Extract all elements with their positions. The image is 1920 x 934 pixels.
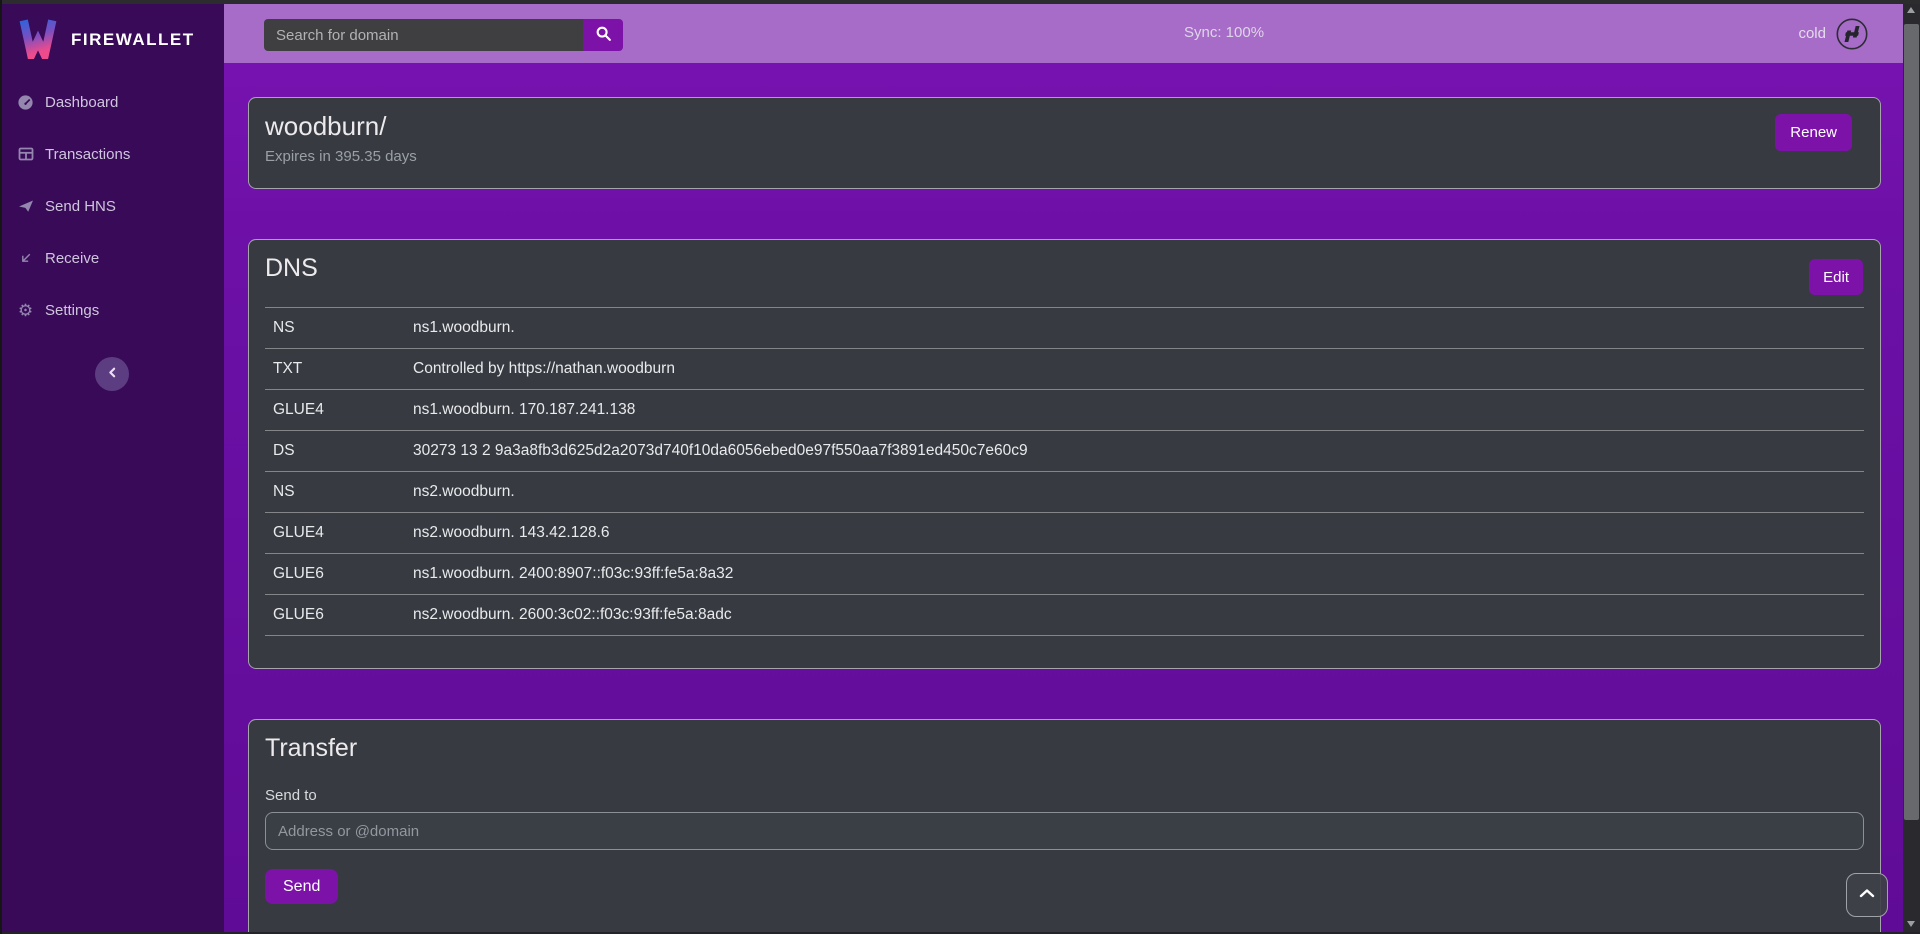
renew-button[interactable]: Renew — [1775, 114, 1852, 151]
gauge-icon — [16, 94, 35, 111]
table-icon — [16, 146, 35, 162]
sidebar-item-label: Receive — [45, 250, 99, 267]
send-to-label: Send to — [265, 787, 1864, 804]
record-value: ns1.woodburn. 2400:8907::f03c:93ff:fe5a:… — [405, 554, 1864, 595]
wallet-indicator: cold — [1798, 4, 1868, 63]
sidebar-item-settings[interactable]: ⚙ Settings — [0, 284, 224, 336]
arrow-down-left-icon — [16, 250, 35, 266]
record-type: GLUE6 — [265, 554, 405, 595]
firewallet-logo-icon — [16, 17, 60, 64]
table-row: GLUE6 ns2.woodburn. 2600:3c02::f03c:93ff… — [265, 595, 1864, 636]
sync-status: Sync: 100% — [1184, 24, 1264, 41]
table-row: GLUE4 ns1.woodburn. 170.187.241.138 — [265, 390, 1864, 431]
record-type: NS — [265, 472, 405, 513]
topbar: Sync: 100% cold — [224, 4, 1920, 63]
transfer-title: Transfer — [265, 734, 1864, 763]
record-value: ns2.woodburn. — [405, 472, 1864, 513]
record-value: 30273 13 2 9a3a8fb3d625d2a2073d740f10da6… — [405, 431, 1864, 472]
transfer-address-input[interactable] — [265, 812, 1864, 850]
sidebar-item-dashboard[interactable]: Dashboard — [0, 76, 224, 128]
sidebar-item-send-hns[interactable]: Send HNS — [0, 180, 224, 232]
paper-plane-icon — [16, 198, 35, 214]
dns-records-table: NS ns1.woodburn. TXT Controlled by https… — [265, 307, 1864, 636]
brand-name: FIREWALLET — [71, 30, 195, 50]
chevron-left-icon — [106, 366, 119, 382]
window-left-edge — [0, 0, 2, 934]
main-content: woodburn/ Expires in 395.35 days Renew D… — [224, 63, 1903, 934]
send-button[interactable]: Send — [265, 869, 338, 904]
table-row: TXT Controlled by https://nathan.woodbur… — [265, 349, 1864, 390]
record-type: GLUE4 — [265, 513, 405, 554]
scrollbar-down-arrow-icon[interactable] — [1907, 921, 1915, 927]
sidebar-item-label: Dashboard — [45, 94, 118, 111]
record-value: ns1.woodburn. — [405, 308, 1864, 349]
record-value: Controlled by https://nathan.woodburn — [405, 349, 1864, 390]
record-value: ns1.woodburn. 170.187.241.138 — [405, 390, 1864, 431]
sidebar-item-label: Settings — [45, 302, 99, 319]
transfer-card: Transfer Send to Send — [248, 719, 1881, 934]
sidebar-collapse-button[interactable] — [95, 357, 129, 391]
record-value: ns2.woodburn. 2600:3c02::f03c:93ff:fe5a:… — [405, 595, 1864, 636]
scrollbar-thumb[interactable] — [1904, 24, 1919, 820]
search-input[interactable] — [264, 19, 583, 51]
table-row: DS 30273 13 2 9a3a8fb3d625d2a2073d740f10… — [265, 431, 1864, 472]
firewallet-app: FIREWALLET Dashboard — [0, 0, 1920, 934]
sidebar-item-label: Transactions — [45, 146, 130, 163]
domain-title: woodburn/ — [265, 111, 1864, 142]
chevron-up-icon — [1857, 886, 1877, 904]
vertical-scrollbar[interactable] — [1903, 0, 1920, 934]
sidebar-nav: Dashboard Transactions S — [0, 76, 224, 336]
search-button[interactable] — [583, 19, 623, 51]
scroll-to-top-button[interactable] — [1846, 873, 1888, 917]
record-type: DS — [265, 431, 405, 472]
record-value: ns2.woodburn. 143.42.128.6 — [405, 513, 1864, 554]
dns-card: DNS Edit NS ns1.woodburn. TXT Controlled… — [248, 239, 1881, 669]
domain-expiry: Expires in 395.35 days — [265, 148, 1864, 165]
scrollbar-up-arrow-icon[interactable] — [1907, 7, 1915, 13]
sidebar-item-transactions[interactable]: Transactions — [0, 128, 224, 180]
record-type: GLUE4 — [265, 390, 405, 431]
sidebar-item-label: Send HNS — [45, 198, 116, 215]
table-row: GLUE4 ns2.woodburn. 143.42.128.6 — [265, 513, 1864, 554]
wallet-name: cold — [1798, 25, 1826, 42]
edit-button[interactable]: Edit — [1809, 259, 1863, 295]
record-type: TXT — [265, 349, 405, 390]
table-row: NS ns2.woodburn. — [265, 472, 1864, 513]
sidebar-item-receive[interactable]: Receive — [0, 232, 224, 284]
table-row: NS ns1.woodburn. — [265, 308, 1864, 349]
gear-icon: ⚙ — [16, 302, 35, 319]
brand[interactable]: FIREWALLET — [0, 4, 224, 62]
domain-card: woodburn/ Expires in 395.35 days Renew — [248, 97, 1881, 189]
search-icon — [595, 25, 612, 45]
handshake-logo-icon[interactable] — [1836, 18, 1868, 50]
table-row: GLUE6 ns1.woodburn. 2400:8907::f03c:93ff… — [265, 554, 1864, 595]
sidebar: FIREWALLET Dashboard — [0, 4, 224, 934]
record-type: NS — [265, 308, 405, 349]
window-top-edge — [0, 0, 1920, 4]
record-type: GLUE6 — [265, 595, 405, 636]
domain-search — [264, 19, 623, 51]
dns-title: DNS — [265, 254, 1864, 283]
